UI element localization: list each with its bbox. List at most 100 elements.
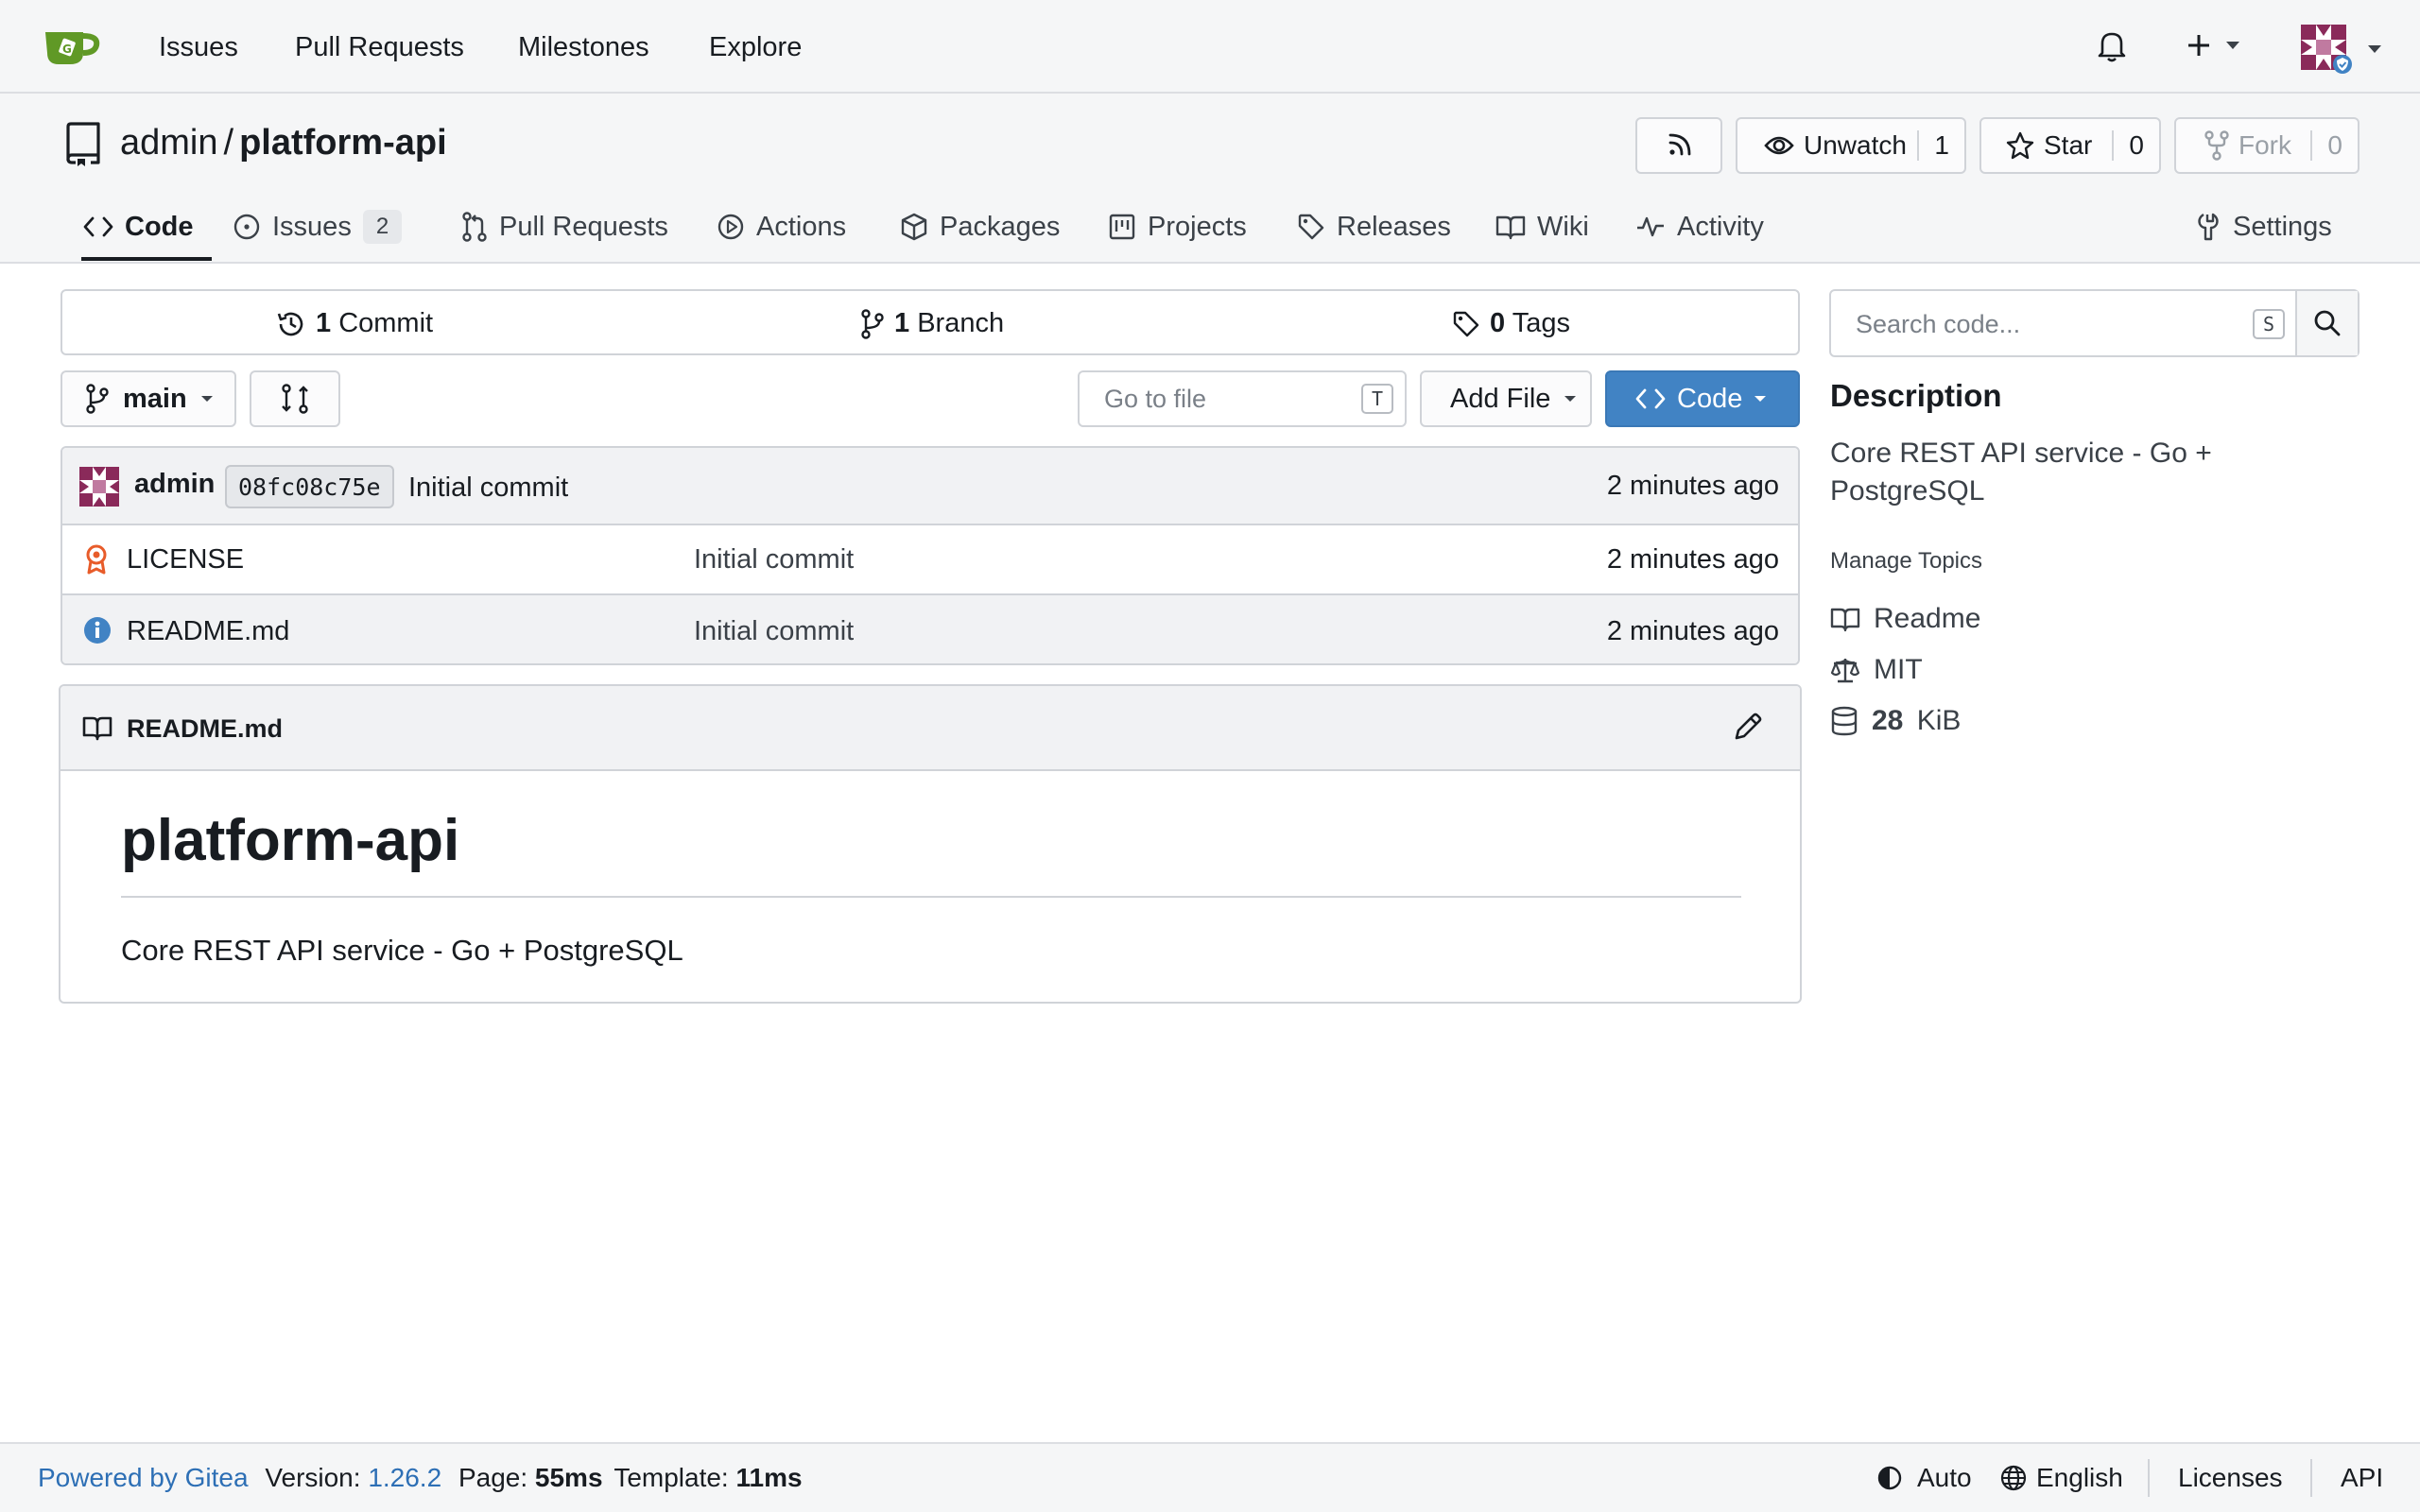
nav-pull-requests[interactable]: Pull Requests [295,32,464,63]
rss-feed-button[interactable] [1635,117,1722,174]
clone-code-button[interactable]: Code [1605,370,1800,427]
compare-icon [282,384,308,414]
caret-down-icon [2368,45,2381,53]
fork-icon [2204,130,2229,161]
tab-code-label: Code [125,211,194,242]
commit-author[interactable]: admin [134,469,215,500]
readme-heading: platform-api [121,808,460,873]
nav-explore[interactable]: Explore [709,32,802,63]
tab-issues[interactable]: Issues 2 [233,200,403,253]
gitea-logo-icon[interactable]: G [42,25,102,68]
tab-settings[interactable]: Settings [2195,200,2332,253]
license-link[interactable]: MIT [1830,654,1923,686]
page-time-label: Page: [458,1463,528,1492]
tab-settings-label: Settings [2233,211,2332,242]
search-button[interactable] [2295,291,2358,355]
readme-body: Core REST API service - Go + PostgreSQL [121,934,683,967]
file-name[interactable]: LICENSE [127,544,244,576]
tab-pull-requests[interactable]: Pull Requests [461,200,668,253]
caret-down-icon [2226,42,2239,49]
fork-button[interactable]: Fork 0 [2174,117,2360,174]
compare-button[interactable] [250,370,340,427]
readme-link-label: Readme [1874,603,1981,634]
file-commit-message[interactable]: Initial commit [694,544,854,576]
footer-info: Powered by Gitea Version: 1.26.2 Page: 5… [38,1463,803,1493]
repo-title: admin / platform-api [120,123,447,163]
repo-size-unit: KiB [1916,705,1962,736]
user-menu[interactable] [2299,23,2382,76]
code-search-input[interactable]: Search code... S [1829,289,2360,357]
code-icon [1635,388,1666,409]
tab-activity[interactable]: Activity [1635,200,1764,253]
tab-code[interactable]: Code [83,200,194,253]
watch-count[interactable]: 1 [1917,130,1964,161]
eye-icon [1764,136,1794,155]
file-commit-time: 2 minutes ago [1606,616,1779,646]
readme-header: README.md [60,686,1800,771]
create-new-menu[interactable] [2186,32,2240,59]
powered-by-link[interactable]: Powered by Gitea [38,1463,249,1492]
tags-count: 0 [1490,308,1506,338]
book-icon [1830,608,1860,632]
repo-name-link[interactable]: platform-api [239,123,447,163]
tab-wiki[interactable]: Wiki [1495,200,1589,253]
readme-panel: README.md platform-api Core REST API ser… [59,684,1802,1004]
tab-packages[interactable]: Packages [900,200,1060,253]
language-label: English [2036,1463,2123,1492]
star-button[interactable]: Star 0 [1979,117,2161,174]
readme-link[interactable]: Readme [1830,603,1980,635]
issues-count-badge: 2 [362,210,403,244]
top-navbar: G Issues Pull Requests Milestones Explor… [0,0,2420,94]
branches-count: 1 [894,308,910,338]
law-scale-icon [1830,659,1860,683]
tab-releases[interactable]: Releases [1297,200,1451,253]
tags-link[interactable]: 0 Tags [1452,308,1570,339]
nav-issues[interactable]: Issues [159,32,238,63]
star-count[interactable]: 0 [2112,130,2159,161]
watch-button[interactable]: Unwatch 1 [1736,117,1966,174]
package-icon [901,213,927,241]
readme-divider [121,896,1741,898]
commit-sha[interactable]: 08fc08c75e [225,465,394,508]
pulse-icon [1637,216,1664,237]
commit-author-avatar[interactable] [79,467,119,507]
version-link[interactable]: 1.26.2 [368,1463,441,1492]
file-name[interactable]: README.md [127,616,289,647]
tab-releases-label: Releases [1337,211,1451,242]
branch-icon [861,308,884,339]
fork-label: Fork [2238,130,2291,160]
nav-milestones[interactable]: Milestones [518,32,649,63]
readme-filename: README.md [127,714,284,743]
branches-label: Branch [917,308,1005,338]
language-selector[interactable]: English [2000,1463,2123,1493]
book-icon [81,714,113,741]
footer-divider [2148,1459,2150,1497]
branches-link[interactable]: 1 Branch [860,308,1004,339]
tab-actions[interactable]: Actions [717,200,846,253]
manage-topics-link[interactable]: Manage Topics [1830,548,1982,575]
search-icon [2314,310,2341,336]
edit-pencil-icon[interactable] [1732,711,1764,743]
fork-count[interactable]: 0 [2310,130,2358,161]
issue-icon [233,214,260,240]
goto-shortcut-key: T [1361,384,1393,414]
version-label: Version: [265,1463,361,1492]
branch-selector[interactable]: main [60,370,236,427]
tab-packages-label: Packages [940,211,1061,242]
repo-owner-link[interactable]: admin [120,123,218,163]
commit-message[interactable]: Initial commit [408,472,568,504]
tab-issues-label: Issues [272,211,352,242]
file-commit-message[interactable]: Initial commit [694,616,854,647]
code-button-label: Code [1677,383,1743,414]
theme-selector[interactable]: Auto [1877,1463,1972,1493]
add-file-button[interactable]: Add File [1420,370,1592,427]
go-to-file-input[interactable]: Go to file T [1078,370,1407,427]
tab-projects[interactable]: Projects [1108,200,1247,253]
notification-bell-icon[interactable] [2097,30,2127,62]
api-link[interactable]: API [2341,1463,2383,1493]
commits-link[interactable]: 1 Commit [276,308,433,339]
page-time: 55ms [534,1463,603,1492]
theme-half-icon [1877,1466,1902,1490]
tab-wiki-label: Wiki [1537,211,1589,242]
licenses-link[interactable]: Licenses [2178,1463,2283,1493]
